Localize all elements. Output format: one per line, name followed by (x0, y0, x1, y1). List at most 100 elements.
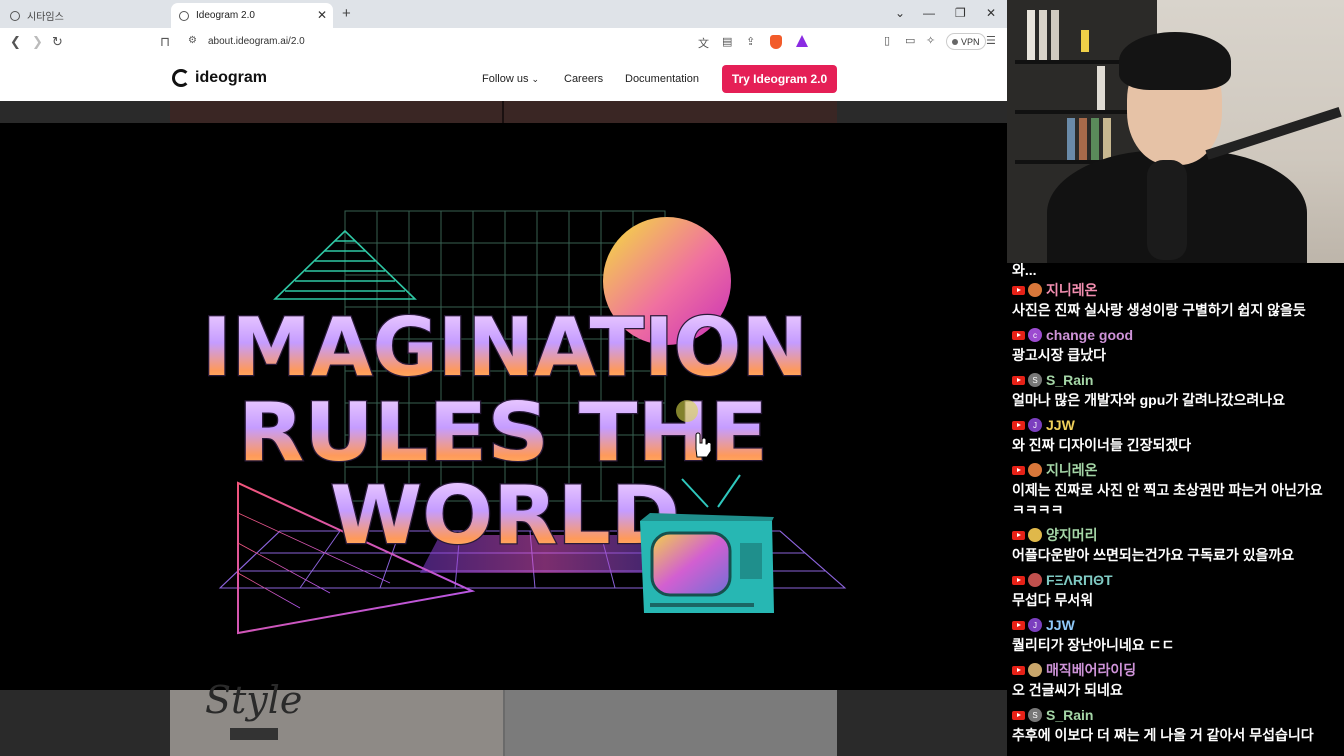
share-icon[interactable]: ⇪ (746, 35, 755, 48)
leo-ai-icon[interactable]: ✧ (926, 34, 935, 47)
avatar[interactable] (1028, 283, 1042, 297)
site-header: ideogram Follow us ⌄ Careers Documentati… (0, 56, 1007, 101)
tab-title: 시타임스 (27, 12, 64, 23)
site-settings-icon[interactable]: ⚙ (188, 35, 197, 46)
chat-message-header: c change good (1012, 325, 1342, 345)
chat-text: 이제는 진짜로 사진 안 찍고 초상권만 파는거 아닌가요 (1012, 482, 1323, 498)
vpn-button[interactable]: VPN (946, 33, 986, 50)
minimize-icon[interactable]: — (923, 6, 935, 20)
streamer-hair (1119, 32, 1231, 90)
tab-sitimes[interactable]: 시타임스 (6, 3, 166, 28)
youtube-icon (1012, 620, 1025, 630)
avatar[interactable] (1028, 463, 1042, 477)
gallery-item-style[interactable]: Style (170, 678, 503, 756)
youtube-icon (1012, 575, 1025, 585)
wallet-icon[interactable]: ▭ (905, 34, 915, 47)
chat-username[interactable]: 양지머리 (1046, 525, 1098, 545)
chat-message: 지니레온 사진은 진짜 실사랑 생성이랑 구별하기 쉽지 않을듯 (1012, 280, 1342, 320)
avatar[interactable]: J (1028, 618, 1042, 632)
chat-text-continued: ㅋㅋㅋㅋ (1012, 502, 1064, 518)
chat-message-header: S S_Rain (1012, 370, 1342, 390)
address-bar[interactable]: ⚙ about.ideogram.ai/2.0 文 ▤ ⇪ (180, 31, 820, 53)
chat-text: 와 진짜 디자이너들 긴장되겠다 (1012, 437, 1192, 453)
chat-username[interactable]: 지니레온 (1046, 460, 1098, 480)
url-text: about.ideogram.ai/2.0 (208, 36, 305, 47)
chat-username[interactable]: 매직베어라이딩 (1046, 660, 1136, 680)
chat-username[interactable]: JJW (1046, 617, 1075, 633)
tab-search-chevron-icon[interactable]: ⌄ (895, 6, 905, 20)
chat-username[interactable]: JJW (1046, 417, 1075, 433)
mic-arm (1205, 106, 1342, 160)
youtube-icon (1012, 285, 1025, 295)
browser-window: 시타임스 Ideogram 2.0 ✕ + ⌄ — ❐ ✕ ❮ ❯ ↻ ⊓ ⚙ … (0, 0, 1007, 756)
chat-message: FΞΛRΠΘT 무섭다 무서워 (1012, 570, 1342, 610)
reload-icon[interactable]: ↻ (52, 34, 63, 50)
headline-line-2: RULES THE (238, 386, 768, 479)
forward-icon[interactable]: ❯ (32, 34, 43, 50)
chat-message-header: S S_Rain (1012, 705, 1342, 725)
chat-message-header: J JJW (1012, 615, 1342, 635)
chat-username[interactable]: S_Rain (1046, 707, 1093, 723)
chat-message: J JJW 퀄리티가 장난아니네요 ㄷㄷ (1012, 615, 1342, 655)
reader-mode-icon[interactable]: ▤ (722, 35, 732, 48)
tab-title: Ideogram 2.0 (196, 10, 255, 21)
browser-toolbar: ❮ ❯ ↻ ⊓ ⚙ about.ideogram.ai/2.0 文 ▤ ⇪ ▯ … (0, 28, 1007, 56)
plus-icon[interactable]: + (342, 5, 351, 22)
nav-follow-us-label: Follow us (482, 73, 529, 85)
try-ideogram-button[interactable]: Try Ideogram 2.0 (722, 65, 837, 93)
nav-careers[interactable]: Careers (564, 73, 603, 85)
chat-message: J JJW 와 진짜 디자이너들 긴장되겠다 (1012, 415, 1342, 455)
restore-icon[interactable]: ❐ (955, 6, 966, 20)
chat-username[interactable]: S_Rain (1046, 372, 1093, 388)
chat-username[interactable]: FΞΛRΠΘT (1046, 572, 1113, 588)
avatar[interactable] (1028, 573, 1042, 587)
youtube-icon (1012, 665, 1025, 675)
youtube-icon (1012, 375, 1025, 385)
chat-text: 추후에 이보다 더 쩌는 게 나올 거 같아서 무섭습니다 (1012, 727, 1314, 743)
headline-line-3: WORLD (330, 469, 680, 562)
avatar[interactable]: J (1028, 418, 1042, 432)
avatar[interactable]: S (1028, 708, 1042, 722)
avatar[interactable] (1028, 663, 1042, 677)
chat-message-header: 양지머리 (1012, 525, 1342, 545)
chat-message: S S_Rain 얼마나 많은 개발자와 gpu가 갈려나갔으려나요 (1012, 370, 1342, 410)
translate-icon[interactable]: 文 (698, 35, 709, 51)
menu-icon[interactable]: ☰ (986, 34, 996, 47)
back-icon[interactable]: ❮ (10, 34, 21, 50)
avatar[interactable] (1028, 528, 1042, 542)
sidebar-icon[interactable]: ▯ (884, 34, 890, 47)
brave-rewards-icon[interactable] (796, 35, 808, 47)
close-tab-icon[interactable]: ✕ (317, 8, 327, 22)
headline-line-1: IMAGINATION (202, 301, 808, 394)
gallery-peek-top (170, 101, 837, 123)
chat-username[interactable]: change good (1046, 327, 1133, 343)
avatar[interactable]: S (1028, 373, 1042, 387)
brave-shields-icon[interactable] (770, 35, 782, 49)
gallery-style-text: Style (205, 678, 303, 722)
chat-message: S S_Rain 추후에 이보다 더 쩌는 게 나올 거 같아서 무섭습니다 (1012, 705, 1342, 745)
chat-username[interactable]: 지니레온 (1046, 280, 1098, 300)
chat-message: 양지머리어플다운받아 쓰면되는건가요 구독료가 있을까요 (1012, 525, 1342, 565)
chat-text: 어플다운받아 쓰면되는건가요 구독료가 있을까요 (1012, 547, 1295, 563)
chat-message-header: J JJW (1012, 415, 1342, 435)
live-chat: 와... 지니레온 사진은 진짜 실사랑 생성이랑 구별하기 쉽지 않을듯 c cha… (1007, 263, 1344, 756)
chat-message-header: 매직베어라이딩 (1012, 660, 1342, 680)
bookmark-icon[interactable]: ⊓ (160, 34, 170, 50)
chat-truncated-message: 와... (1012, 263, 1037, 278)
ideogram-logo[interactable]: ideogram (172, 69, 267, 87)
logo-text: ideogram (195, 69, 268, 86)
avatar[interactable]: c (1028, 328, 1042, 342)
gallery-item-right[interactable] (505, 690, 837, 756)
chat-message: 지니레온이제는 진짜로 사진 안 찍고 초상권만 파는거 아닌가요 ㅋㅋㅋㅋ (1012, 460, 1342, 520)
chat-message-header: 지니레온 (1012, 280, 1342, 300)
webcam-feed (1007, 0, 1344, 263)
chevron-down-icon: ⌄ (531, 74, 540, 84)
close-window-icon[interactable]: ✕ (986, 6, 996, 20)
nav-follow-us[interactable]: Follow us ⌄ (482, 73, 539, 85)
microphone (1147, 160, 1187, 260)
ideogram-logo-icon (172, 69, 190, 87)
nav-documentation[interactable]: Documentation (625, 73, 699, 85)
tab-ideogram[interactable]: Ideogram 2.0 ✕ (171, 3, 333, 28)
vpn-label: VPN (961, 36, 980, 47)
image-lightbox[interactable]: IMAGINATION RULES THE WORLD (0, 123, 1007, 690)
